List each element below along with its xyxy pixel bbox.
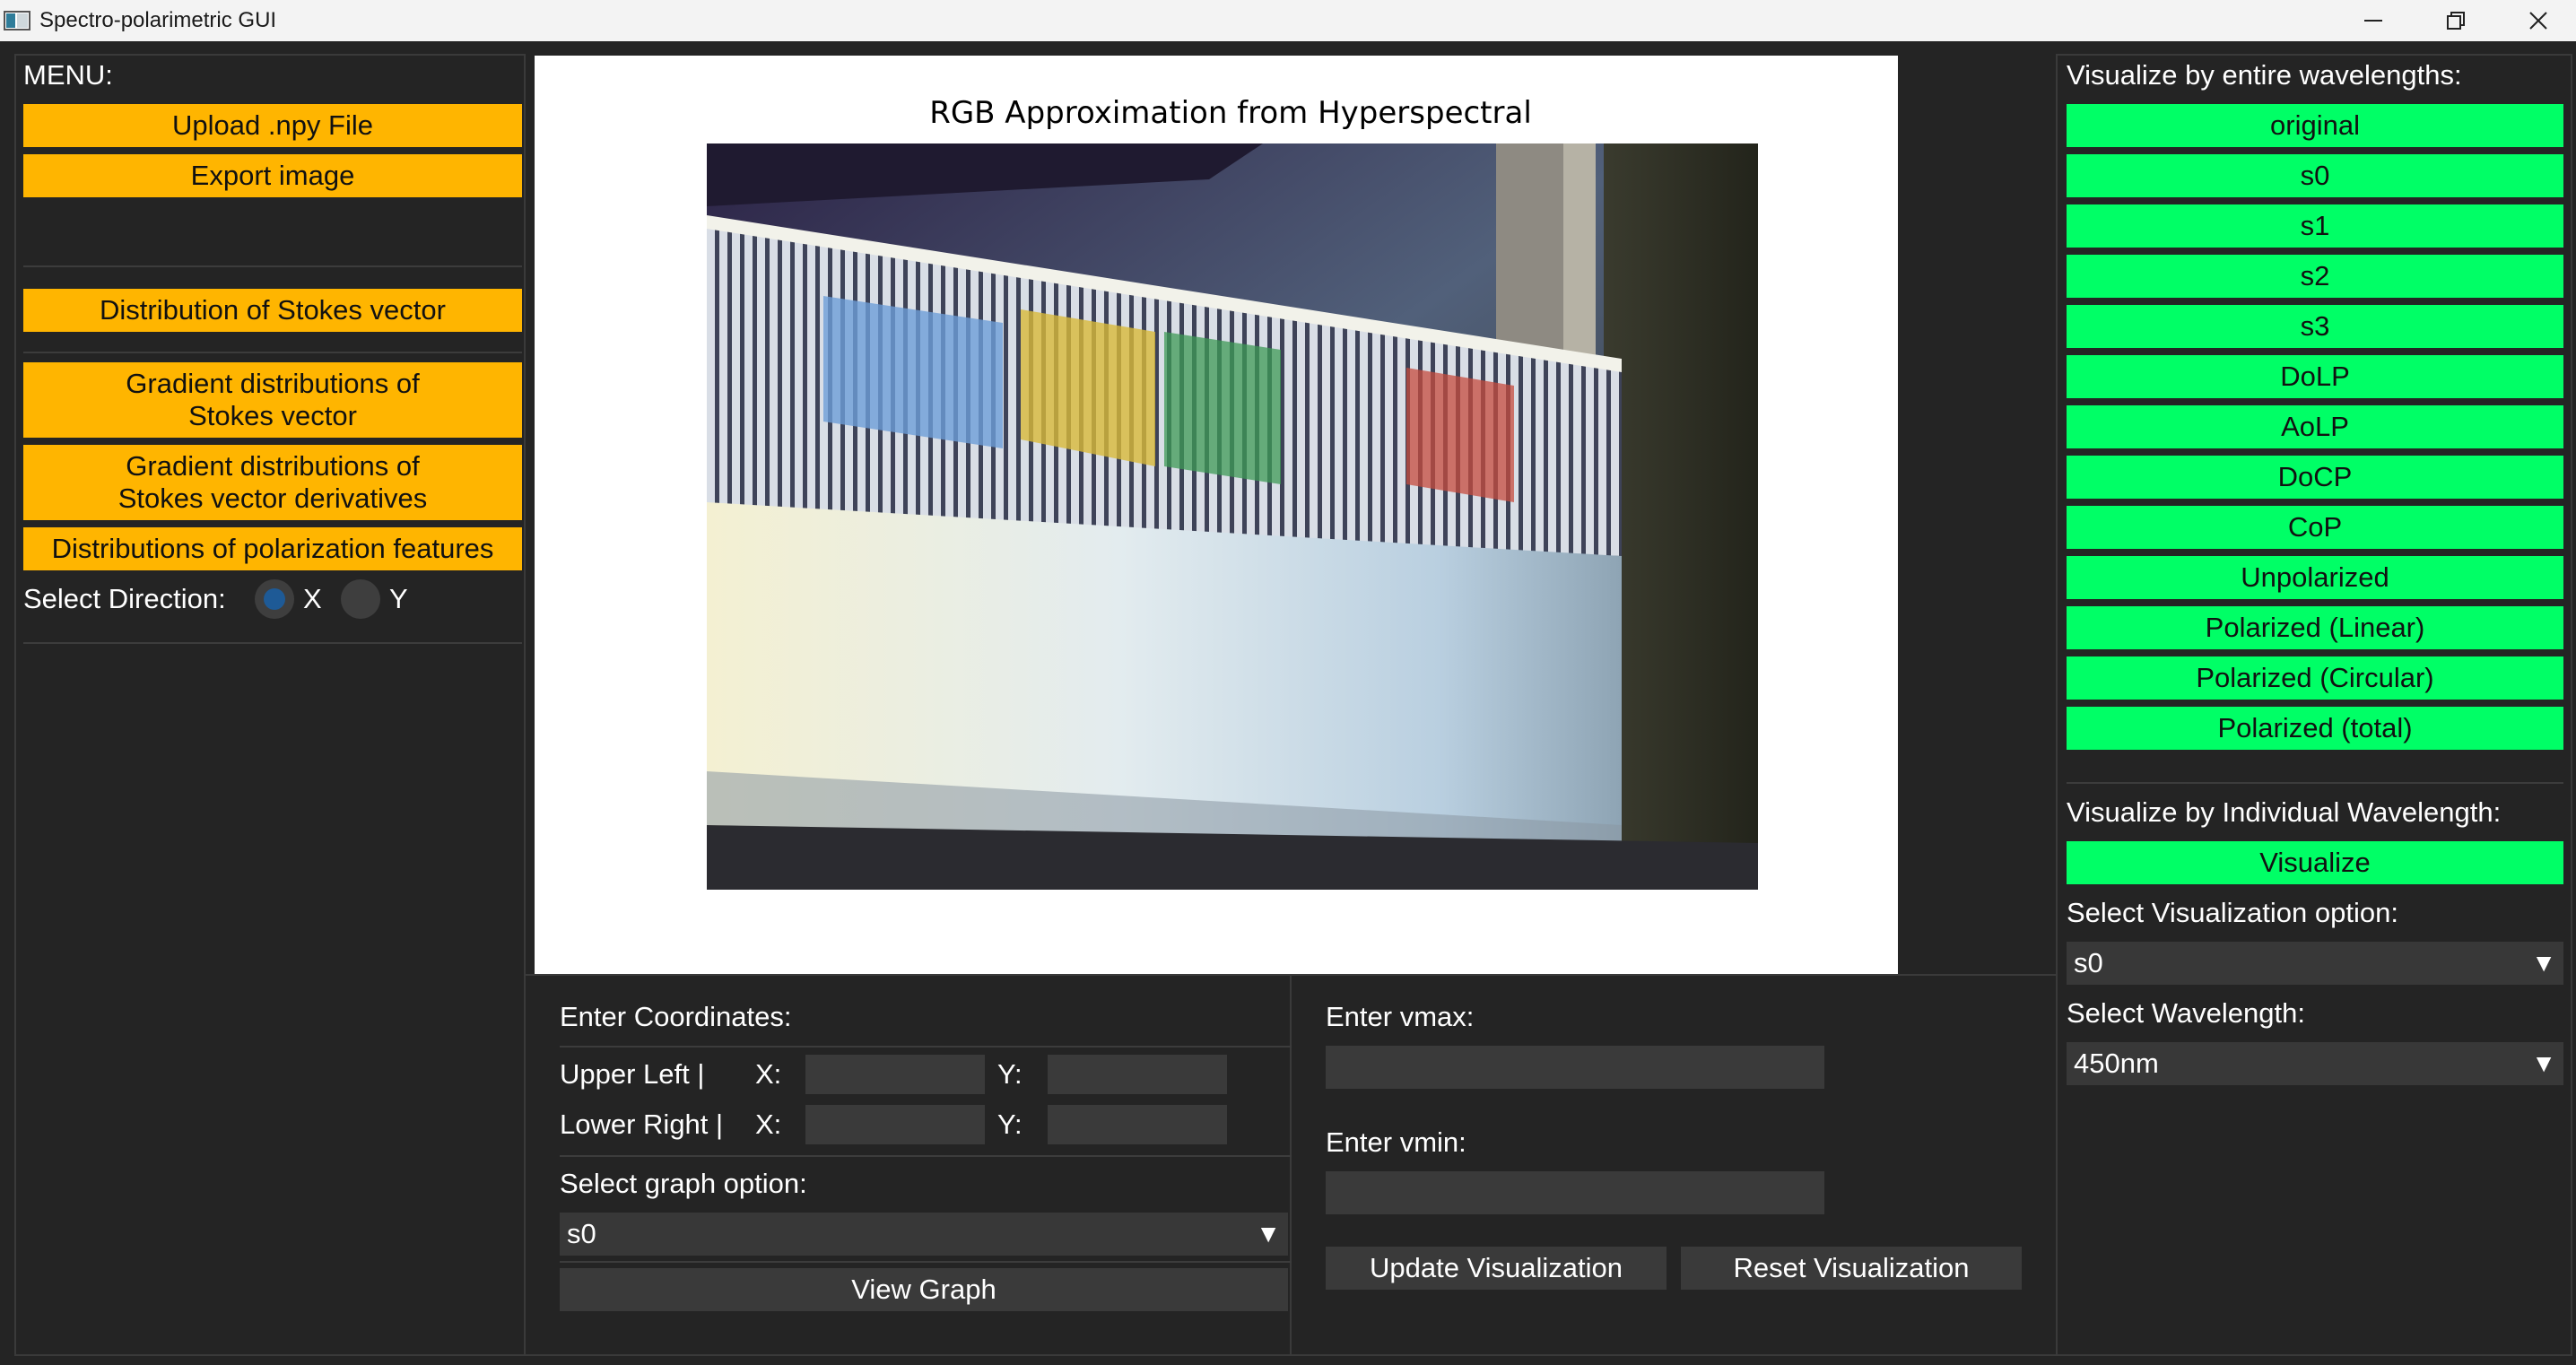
gradient-stokes-line1: Gradient distributions of [126, 368, 420, 399]
minimize-button[interactable] [2332, 0, 2415, 41]
visualize-s0-button[interactable]: s0 [2067, 154, 2563, 197]
right-panel-frame [2056, 54, 2572, 1356]
direction-x-radio[interactable] [255, 579, 294, 619]
direction-y-radio[interactable] [341, 579, 380, 619]
graph-option-value: s0 [567, 1218, 596, 1249]
vmax-input[interactable] [1326, 1046, 1824, 1089]
lower-right-label: Lower Right | [560, 1109, 724, 1140]
vmin-input[interactable] [1326, 1171, 1824, 1214]
visualize-wavelength-button[interactable]: Visualize [2067, 841, 2563, 884]
visualize-cop-button[interactable]: CoP [2067, 506, 2563, 549]
left-menu-frame [14, 54, 526, 1356]
gradient-stokes-line2: Stokes vector [188, 400, 357, 431]
restore-icon [2446, 11, 2466, 30]
menu-title: MENU: [23, 59, 113, 91]
visualize-dolp-button[interactable]: DoLP [2067, 355, 2563, 398]
minimize-icon [2363, 11, 2383, 30]
close-icon [2528, 11, 2548, 30]
upper-left-y-label: Y: [997, 1058, 1023, 1090]
wavelength-value: 450nm [2074, 1048, 2159, 1079]
chevron-down-icon: ▼ [2531, 1049, 2556, 1077]
wavelength-label: Select Wavelength: [2067, 997, 2305, 1029]
graph-option-label: Select graph option: [560, 1168, 807, 1199]
graph-option-select[interactable]: s0 ▼ [560, 1213, 1288, 1256]
vis-option-value: s0 [2074, 947, 2103, 978]
view-graph-button[interactable]: View Graph [560, 1268, 1288, 1311]
upper-left-y-input[interactable] [1048, 1055, 1227, 1094]
upper-left-x-label: X: [755, 1058, 782, 1090]
wavelength-select[interactable]: 450nm ▼ [2067, 1042, 2563, 1085]
gradient-derivatives-line1: Gradient distributions of [126, 450, 420, 482]
lower-right-x-label: X: [755, 1109, 782, 1140]
polarization-features-button[interactable]: Distributions of polarization features [23, 527, 522, 570]
radio-selected-dot [264, 588, 285, 610]
coordinates-divider [560, 1155, 1292, 1157]
vis-option-label: Select Visualization option: [2067, 897, 2398, 928]
lower-right-y-label: Y: [997, 1109, 1023, 1140]
upper-left-label: Upper Left | [560, 1058, 705, 1090]
upload-npy-button[interactable]: Upload .npy File [23, 104, 522, 147]
plot-title: RGB Approximation from Hyperspectral [929, 95, 1532, 131]
restore-button[interactable] [2415, 0, 2497, 41]
visualize-polarized-linear-button[interactable]: Polarized (Linear) [2067, 606, 2563, 649]
menu-divider [23, 352, 522, 353]
gradient-derivatives-line2: Stokes vector derivatives [117, 483, 428, 514]
vis-option-select[interactable]: s0 ▼ [2067, 942, 2563, 985]
right-panel-divider [2067, 782, 2563, 784]
reset-visualization-button[interactable]: Reset Visualization [1681, 1247, 2022, 1290]
lower-right-x-input[interactable] [805, 1105, 985, 1144]
coordinates-divider [560, 1046, 1292, 1048]
visualize-docp-button[interactable]: DoCP [2067, 456, 2563, 499]
gradient-stokes-button[interactable]: Gradient distributions of Stokes vector [23, 362, 522, 438]
close-button[interactable] [2497, 0, 2576, 41]
app-icon [4, 11, 30, 30]
title-bar: Spectro-polarimetric GUI [0, 0, 2576, 41]
upper-left-x-input[interactable] [805, 1055, 985, 1094]
direction-y-label: Y [389, 583, 408, 614]
menu-divider [23, 642, 522, 644]
direction-label: Select Direction: [23, 583, 226, 614]
visualize-aolp-button[interactable]: AoLP [2067, 405, 2563, 448]
entire-wavelengths-title: Visualize by entire wavelengths: [2067, 59, 2462, 91]
coordinates-divider [560, 1261, 1292, 1263]
update-visualization-button[interactable]: Update Visualization [1326, 1247, 1667, 1290]
coordinates-title: Enter Coordinates: [560, 1001, 792, 1032]
vmin-label: Enter vmin: [1326, 1126, 1466, 1158]
visualize-polarized-circular-button[interactable]: Polarized (Circular) [2067, 656, 2563, 700]
direction-x-label: X [303, 583, 322, 614]
lower-right-y-input[interactable] [1048, 1105, 1227, 1144]
rgb-image [707, 143, 1758, 890]
chevron-down-icon: ▼ [2531, 949, 2556, 977]
menu-divider [23, 265, 522, 267]
visualize-s1-button[interactable]: s1 [2067, 204, 2563, 248]
individual-wavelength-title: Visualize by Individual Wavelength: [2067, 796, 2502, 828]
vmax-label: Enter vmax: [1326, 1001, 1475, 1032]
visualize-s3-button[interactable]: s3 [2067, 305, 2563, 348]
stokes-distribution-button[interactable]: Distribution of Stokes vector [23, 289, 522, 332]
visualize-original-button[interactable]: original [2067, 104, 2563, 147]
export-image-button[interactable]: Export image [23, 154, 522, 197]
visualize-s2-button[interactable]: s2 [2067, 255, 2563, 298]
visualize-polarized-total-button[interactable]: Polarized (total) [2067, 707, 2563, 750]
visualize-unpolarized-button[interactable]: Unpolarized [2067, 556, 2563, 599]
window-title: Spectro-polarimetric GUI [39, 8, 277, 32]
chevron-down-icon: ▼ [1256, 1220, 1281, 1248]
gradient-derivatives-button[interactable]: Gradient distributions of Stokes vector … [23, 445, 522, 520]
